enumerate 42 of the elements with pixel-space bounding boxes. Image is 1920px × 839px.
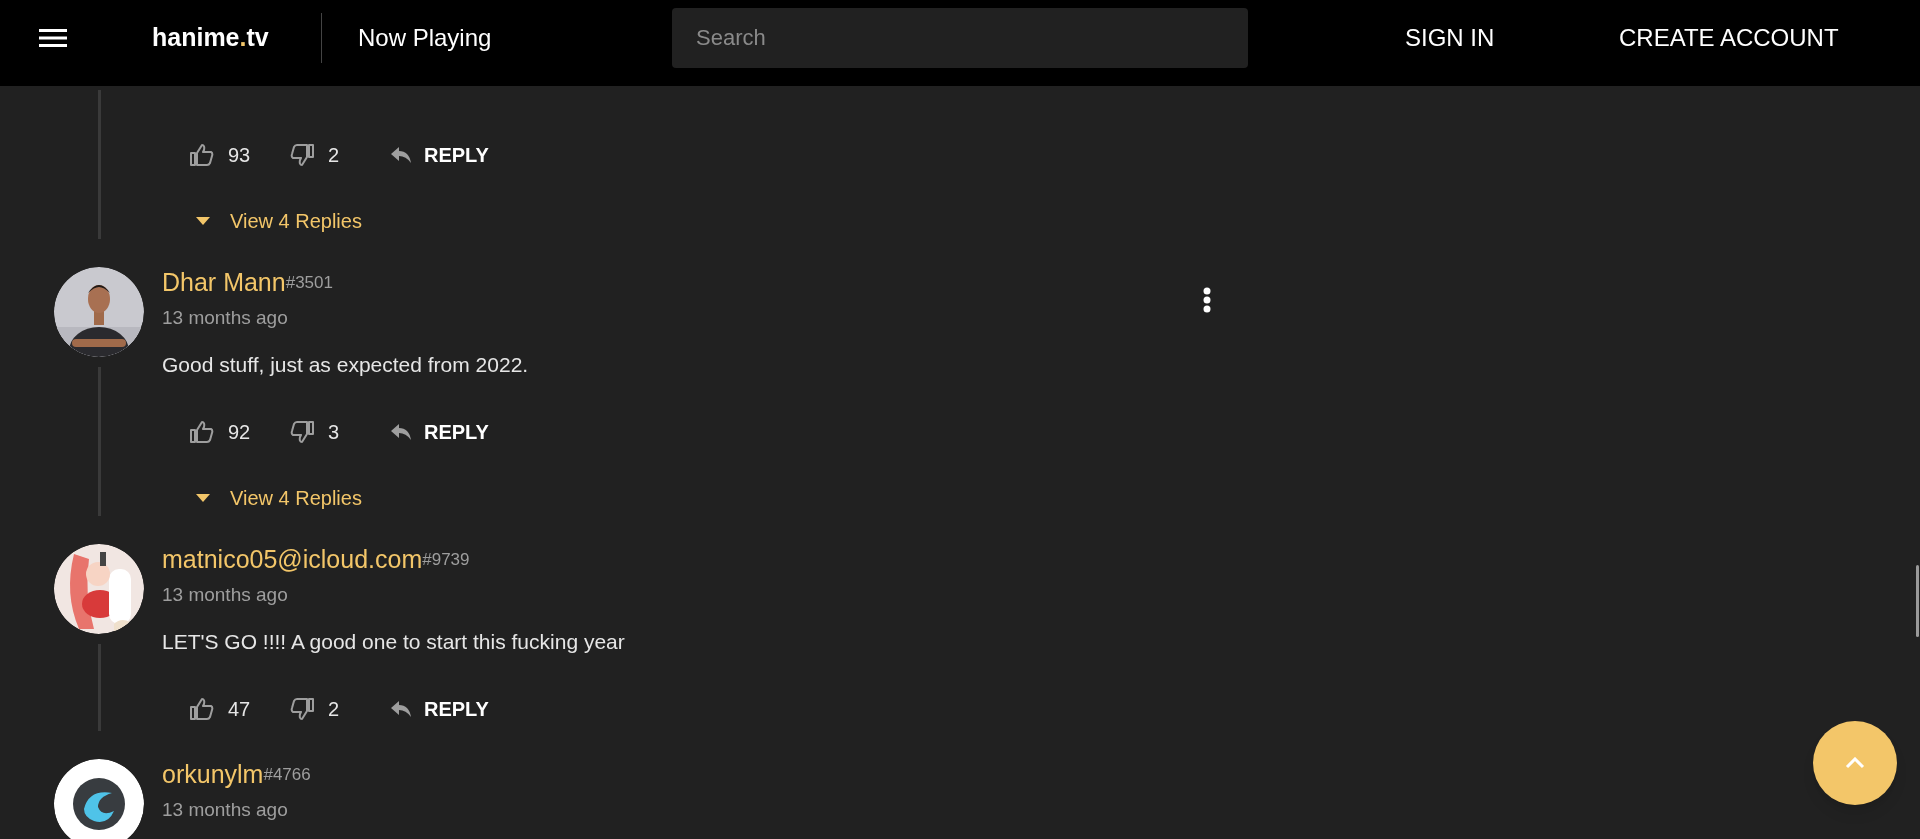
thumbs-up-icon[interactable]	[190, 144, 214, 166]
now-playing-link[interactable]: Now Playing	[358, 20, 558, 56]
reply-icon	[390, 700, 412, 718]
thumbs-down-icon[interactable]	[290, 144, 314, 166]
like-count: 92	[228, 420, 252, 445]
scrollbar-thumb[interactable]	[1916, 565, 1919, 637]
comment-time: 13 months ago	[162, 583, 289, 607]
username-link[interactable]: orkunylm	[162, 759, 264, 789]
thumbs-up-icon[interactable]	[190, 698, 214, 720]
view-replies-button[interactable]: View 4 Replies	[196, 203, 489, 239]
comment-time: 13 months ago	[162, 798, 289, 822]
comment-text: LET'S GO !!!! A good one to start this fucking year	[162, 629, 625, 655]
dislike-count: 3	[328, 420, 341, 445]
dislike-count: 2	[328, 697, 341, 722]
username-link[interactable]: Dhar Mann	[162, 267, 286, 297]
reply-icon	[390, 423, 412, 441]
like-count: 93	[228, 143, 252, 168]
reply-button[interactable]: REPLY	[390, 140, 489, 170]
caret-down-icon	[196, 217, 210, 225]
reply-button[interactable]: REPLY	[390, 694, 489, 724]
view-replies-button[interactable]: View 4 Replies	[196, 480, 529, 516]
username-link[interactable]: matnico05@icloud.com	[162, 544, 423, 574]
user-tag: #4766	[263, 763, 311, 787]
user-tag: #3501	[285, 271, 333, 295]
create-account-link[interactable]: CREATE ACCOUNT	[1619, 20, 1839, 56]
reply-button[interactable]: REPLY	[390, 417, 489, 447]
chevron-up-icon	[1845, 757, 1865, 769]
comment-time: 13 months ago	[162, 306, 289, 330]
user-tag: #9739	[422, 548, 470, 572]
reply-icon	[390, 146, 412, 164]
thumbs-up-icon[interactable]	[190, 421, 214, 443]
thumbs-down-icon[interactable]	[290, 421, 314, 443]
dislike-count: 2	[328, 143, 341, 168]
more-options-icon[interactable]	[1203, 287, 1211, 313]
search-field[interactable]: Search	[672, 8, 1248, 68]
like-count: 47	[228, 697, 252, 722]
comment-text: Good stuff, just as expected from 2022.	[162, 352, 529, 378]
site-logo[interactable]: hanime.tv	[152, 19, 291, 57]
caret-down-icon	[196, 494, 210, 502]
menu-icon[interactable]	[39, 28, 67, 48]
sign-in-link[interactable]: SIGN IN	[1405, 20, 1501, 56]
thumbs-down-icon[interactable]	[290, 698, 314, 720]
